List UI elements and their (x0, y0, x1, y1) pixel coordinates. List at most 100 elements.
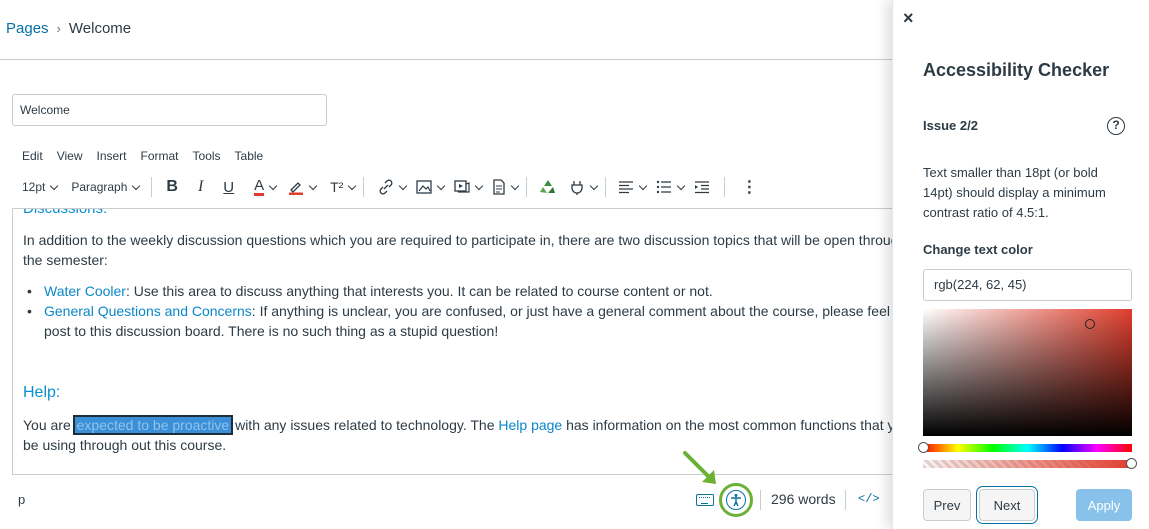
highlight-color-button[interactable] (288, 174, 318, 200)
toolbar-separator (605, 177, 607, 197)
chevron-down-icon (132, 181, 141, 190)
chevron-down-icon (437, 181, 446, 190)
discussions-heading: Discussions: (23, 208, 108, 217)
html-editor-toggle[interactable]: </> (858, 492, 880, 506)
breadcrumb-separator: › (56, 21, 61, 36)
help-text-pre: You are (23, 417, 71, 433)
italic-button[interactable]: I (198, 174, 203, 200)
list-item-text: : Use this area to discuss anything that… (125, 283, 713, 299)
list-item-text-cont: post to this discussion board. There is … (44, 323, 499, 339)
intro-line-2: the semester: (23, 252, 108, 268)
editor-statusbar: p 296 words </> (12, 476, 892, 529)
accessibility-checker-panel: × Accessibility Checker Issue 2/2 ? Text… (892, 0, 1149, 529)
panel-title: Accessibility Checker (923, 60, 1110, 80)
color-picker-handle[interactable] (1085, 319, 1095, 329)
breadcrumb-pages-link[interactable]: Pages (6, 20, 49, 37)
toolbar-separator (363, 177, 365, 197)
chevron-down-icon (308, 181, 318, 190)
chevron-down-icon (50, 181, 59, 190)
plugin-button[interactable] (569, 174, 599, 200)
discussion-list: Water Cooler: Use this area to discuss a… (23, 281, 892, 341)
image-icon (416, 180, 433, 194)
chevron-down-icon (475, 181, 484, 190)
help-text-cont: be using through out this course. (23, 437, 227, 453)
bold-button[interactable]: B (166, 174, 178, 200)
editor-toolbar: 12pt Paragraph B I U A T² ⋮ (12, 174, 757, 200)
hue-slider[interactable] (918, 442, 1132, 453)
pointer-arrow-icon (683, 451, 716, 484)
menu-edit[interactable]: Edit (22, 149, 43, 163)
media-button[interactable] (454, 174, 484, 200)
text-color-icon: A (254, 177, 265, 196)
apps-button[interactable] (539, 174, 557, 200)
list-item-text: : If anything is unclear, you are confus… (251, 303, 892, 319)
alpha-slider[interactable] (923, 458, 1137, 469)
chevron-down-icon (639, 181, 648, 190)
chevron-down-icon (677, 181, 686, 190)
menu-table[interactable]: Table (235, 149, 264, 163)
menu-format[interactable]: Format (141, 149, 179, 163)
underline-button[interactable]: U (223, 174, 234, 200)
rich-content-area[interactable]: Discussions: In addition to the weekly d… (12, 208, 892, 475)
header-divider (0, 59, 892, 60)
superscript-button[interactable]: T² (330, 174, 357, 200)
font-size-select[interactable]: 12pt (22, 174, 59, 200)
menu-insert[interactable]: Insert (96, 149, 126, 163)
breadcrumb: Pages › Welcome (6, 20, 131, 37)
close-icon[interactable]: × (903, 8, 914, 29)
prev-button[interactable]: Prev (923, 489, 971, 521)
chevron-down-icon (268, 181, 278, 190)
link-button[interactable] (378, 174, 408, 200)
accessibility-icon (731, 494, 741, 507)
menu-tools[interactable]: Tools (193, 149, 221, 163)
editor-menubar: Edit View Insert Format Tools Table (22, 149, 263, 163)
list-button[interactable] (656, 174, 686, 200)
flagged-text-highlight[interactable]: expected to be proactive (72, 415, 234, 435)
help-icon[interactable]: ? (1107, 117, 1125, 135)
editor-area: Pages › Welcome Welcome Edit View Insert… (0, 0, 892, 529)
keyboard-shortcuts-icon[interactable] (696, 494, 714, 506)
menu-view[interactable]: View (57, 149, 83, 163)
page-title-input[interactable]: Welcome (12, 94, 327, 126)
indent-icon (695, 181, 710, 194)
document-button[interactable] (492, 174, 520, 200)
accessibility-checker-button[interactable] (726, 490, 746, 510)
general-questions-link[interactable]: General Questions and Concerns (44, 303, 252, 319)
media-icon (454, 180, 470, 193)
help-text-post: has information on the most common funct… (566, 417, 892, 433)
next-button[interactable]: Next (979, 489, 1035, 521)
chevron-down-icon (511, 181, 520, 190)
recycle-apps-icon (540, 180, 556, 193)
word-count[interactable]: 296 words (771, 491, 836, 507)
highlighter-icon (289, 182, 304, 195)
color-value-input[interactable]: rgb(224, 62, 45) (923, 269, 1132, 301)
image-button[interactable] (416, 174, 446, 200)
help-page-link[interactable]: Help page (498, 417, 562, 433)
superscript-icon: T² (330, 179, 344, 195)
more-options-button[interactable]: ⋮ (741, 174, 757, 200)
alpha-slider-handle[interactable] (1126, 458, 1137, 469)
intro-paragraph: In addition to the weekly discussion que… (23, 230, 892, 270)
help-text-mid: with any issues related to technology. T… (235, 417, 495, 433)
indent-button[interactable] (694, 174, 710, 200)
statusbar-separator (845, 490, 846, 510)
issue-counter: Issue 2/2 (923, 118, 978, 133)
block-format-select[interactable]: Paragraph (71, 174, 141, 200)
font-size-value: 12pt (22, 180, 46, 194)
align-button[interactable] (618, 174, 648, 200)
breadcrumb-current: Welcome (68, 20, 132, 37)
text-color-button[interactable]: A (254, 174, 278, 200)
bullet-list-icon (657, 180, 672, 194)
align-left-icon (619, 181, 634, 194)
apply-button[interactable]: Apply (1076, 489, 1132, 521)
water-cooler-link[interactable]: Water Cooler (44, 283, 126, 299)
intro-line-1: In addition to the weekly discussion que… (23, 232, 892, 248)
document-icon (493, 179, 506, 195)
list-item: General Questions and Concerns: If anyth… (23, 301, 892, 341)
plug-icon (571, 181, 584, 195)
element-path[interactable]: p (18, 492, 25, 507)
hue-slider-handle[interactable] (918, 442, 929, 453)
color-saturation-picker[interactable] (923, 309, 1132, 436)
list-item: Water Cooler: Use this area to discuss a… (23, 281, 892, 301)
statusbar-separator (760, 490, 761, 510)
